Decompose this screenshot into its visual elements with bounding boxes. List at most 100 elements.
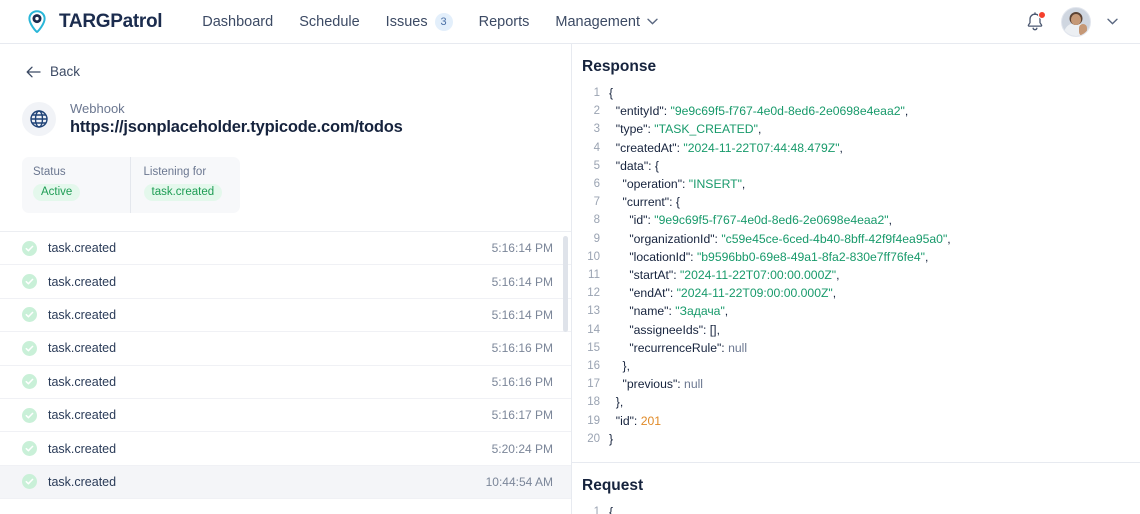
event-name: task.created <box>48 474 117 489</box>
code-line-number: 9 <box>593 232 600 245</box>
code-token: "operation": <box>622 177 689 192</box>
code-token: "createdAt": <box>615 140 684 155</box>
event-list-item[interactable]: task.created 5:16:16 PM <box>0 365 571 399</box>
nav-item-schedule[interactable]: Schedule <box>299 14 359 30</box>
code-line: 20} <box>576 430 1140 448</box>
nav-item-reports[interactable]: Reports <box>479 14 530 30</box>
webhook-meta-card: Status Active Listening for task.created <box>22 157 240 213</box>
code-line: 2 "entityId": "9e9c69f5-f767-4e0d-8ed6-2… <box>576 102 1140 120</box>
code-line-number: 11 <box>588 269 600 282</box>
globe-icon-wrapper <box>22 102 56 136</box>
event-list-item[interactable]: task.created 10:44:54 AM <box>0 465 571 500</box>
code-token: "recurrenceRule": <box>629 340 729 355</box>
code-line: 11 "startAt": "2024-11-22T07:00:00.000Z"… <box>576 266 1140 284</box>
code-token: { <box>609 505 614 514</box>
main-nav-links: Dashboard Schedule Issues 3 Reports Mana… <box>202 12 658 31</box>
response-heading: Response <box>582 58 657 75</box>
code-line: 3 "type": "TASK_CREATED", <box>576 120 1140 138</box>
response-code-block: 1{2 "entityId": "9e9c69f5-f767-4e0d-8ed6… <box>572 84 1140 448</box>
user-avatar[interactable] <box>1061 6 1091 37</box>
back-button[interactable]: Back <box>0 44 571 79</box>
code-token: "9e9c69f5-f767-4e0d-8ed6-2e0698e4eaa2" <box>670 104 905 119</box>
nav-label-schedule: Schedule <box>299 13 360 30</box>
code-line-number: 2 <box>593 105 600 118</box>
code-line-content: "createdAt": "2024-11-22T07:44:48.479Z", <box>609 139 843 157</box>
issues-count-badge: 3 <box>434 12 453 31</box>
code-token: 201 <box>640 413 662 428</box>
code-token: , <box>947 231 951 246</box>
nav-item-management[interactable]: Management <box>555 14 658 30</box>
brand-name: TARGPatrol <box>59 10 163 32</box>
account-chevron-down-icon[interactable] <box>1107 18 1118 25</box>
webhook-detail-pane: Back Webhook https://jsonplaceholder.typ… <box>0 44 572 514</box>
code-token: "current": { <box>622 195 680 210</box>
nav-item-dashboard[interactable]: Dashboard <box>202 14 273 30</box>
event-list-item[interactable]: task.created 5:16:17 PM <box>0 398 571 433</box>
event-timestamp: 5:16:16 PM <box>491 341 553 356</box>
event-success-check-icon <box>22 374 37 390</box>
code-token: "b9596bb0-69e8-49a1-8fa2-830e7ff76fe4" <box>696 249 925 264</box>
event-timestamp: 5:16:16 PM <box>491 374 553 389</box>
code-line-content: "name": "Задача", <box>609 302 728 320</box>
code-line-content: }, <box>609 393 623 411</box>
code-line: 1{ <box>576 84 1140 102</box>
code-line-number: 10 <box>587 250 600 263</box>
nav-right-cluster <box>1025 6 1124 37</box>
event-list-item[interactable]: task.created 5:16:14 PM <box>0 232 571 266</box>
code-line-number: 8 <box>593 214 600 227</box>
code-token: , <box>741 177 746 192</box>
event-name: task.created <box>48 274 117 289</box>
listening-event-badge: task.created <box>143 184 223 201</box>
event-timestamp: 5:20:24 PM <box>491 441 553 456</box>
code-line: 4 "createdAt": "2024-11-22T07:44:48.479Z… <box>576 139 1140 157</box>
event-list-item[interactable]: task.created 5:16:14 PM <box>0 298 571 333</box>
code-token: "assigneeIds": [], <box>629 322 720 337</box>
code-line: 9 "organizationId": "c59e45ce-6ced-4b40-… <box>576 230 1140 248</box>
code-line-content: "type": "TASK_CREATED", <box>609 120 762 138</box>
globe-icon <box>30 110 48 128</box>
event-list-item[interactable]: task.created 5:16:16 PM <box>0 332 571 366</box>
top-navigation-bar: TARGPatrol Dashboard Schedule Issues 3 R… <box>0 0 1140 44</box>
code-token: "c59e45ce-6ced-4b40-8bff-42f9f4ea95a0" <box>721 231 948 246</box>
chevron-down-icon <box>647 18 658 25</box>
code-line-number: 14 <box>587 323 600 336</box>
avatar-face <box>1071 13 1081 25</box>
webhook-kind-label: Webhook <box>70 101 125 116</box>
code-token: } <box>609 431 614 446</box>
code-token: "entityId": <box>615 104 671 119</box>
code-token: , <box>839 140 843 155</box>
code-line-content: { <box>609 84 613 102</box>
code-token: "data": { <box>615 158 659 173</box>
code-line-content: "entityId": "9e9c69f5-f767-4e0d-8ed6-2e0… <box>609 102 908 120</box>
code-line-content: "operation": "INSERT", <box>609 175 746 193</box>
notifications-button[interactable] <box>1025 10 1046 33</box>
code-line: 14 "assigneeIds": [], <box>576 321 1140 339</box>
code-line-content: "recurrenceRule": null <box>609 339 747 357</box>
code-line-content: } <box>609 430 613 448</box>
event-timestamp: 5:16:14 PM <box>491 307 553 322</box>
nav-item-issues[interactable]: Issues 3 <box>385 12 453 31</box>
request-section: Request 1{ <box>572 463 1140 514</box>
code-line-number: 5 <box>593 159 600 172</box>
event-success-check-icon <box>22 441 37 457</box>
code-token: , <box>832 286 837 301</box>
event-list-item[interactable]: task.created 5:20:24 PM <box>0 432 571 466</box>
event-success-check-icon <box>22 240 37 256</box>
event-timestamp: 10:44:54 AM <box>485 474 553 489</box>
event-list-scrollbar[interactable] <box>563 236 568 332</box>
page-body: Back Webhook https://jsonplaceholder.typ… <box>0 44 1140 514</box>
code-line-content: "locationId": "b9596bb0-69e8-49a1-8fa2-8… <box>609 248 928 266</box>
event-list-item[interactable]: task.created 5:16:14 PM <box>0 265 571 299</box>
avatar-arm <box>1079 23 1087 36</box>
code-line: 10 "locationId": "b9596bb0-69e8-49a1-8fa… <box>576 248 1140 266</box>
code-line-number: 13 <box>587 305 600 318</box>
code-token: "locationId": <box>629 249 697 264</box>
payload-pane: Response 1{2 "entityId": "9e9c69f5-f767-… <box>572 44 1140 514</box>
code-line: 18 }, <box>576 393 1140 411</box>
meta-status-label: Status <box>33 166 66 178</box>
nav-label-issues: Issues <box>385 13 428 30</box>
code-token: "2024-11-22T09:00:00.000Z" <box>676 286 833 301</box>
brand-logo-link[interactable]: TARGPatrol <box>24 9 163 35</box>
code-token: null <box>684 377 704 392</box>
code-line: 16 }, <box>576 357 1140 375</box>
